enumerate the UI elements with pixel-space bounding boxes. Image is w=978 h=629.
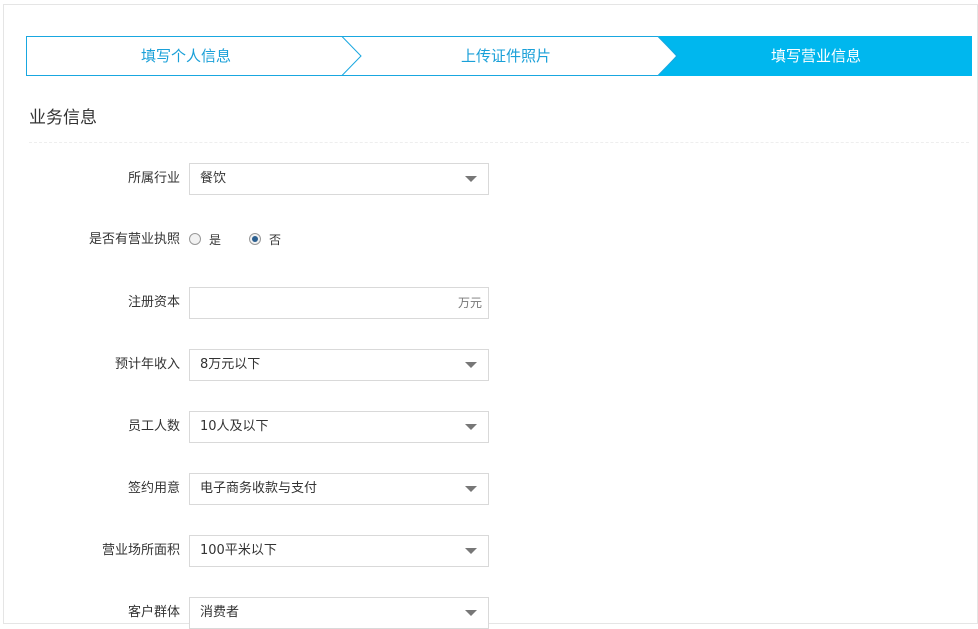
capital-label: 注册资本 (127, 295, 180, 310)
area-label: 营业场所面积 (101, 543, 180, 558)
customers-select[interactable]: 消费者 (189, 597, 489, 629)
step-1-label: 填写个人信息 (140, 47, 231, 65)
income-value: 8万元以下 (200, 357, 261, 372)
customers-row: 客户群体 消费者 (0, 597, 978, 629)
employees-value: 10人及以下 (200, 419, 269, 434)
progress-stepper: 填写个人信息 上传证件照片 填写营业信息 (26, 36, 972, 76)
purpose-value: 电子商务收款与支付 (200, 481, 318, 496)
chevron-down-icon (465, 486, 477, 492)
license-label: 是否有营业执照 (88, 232, 180, 247)
license-yes-label: 是 (209, 233, 222, 247)
capital-field[interactable]: 万元 (189, 287, 489, 319)
section-title: 业务信息 (29, 108, 97, 128)
section-divider (29, 142, 969, 143)
area-row: 营业场所面积 100平米以下 (0, 535, 978, 567)
area-select[interactable]: 100平米以下 (189, 535, 489, 567)
employees-select[interactable]: 10人及以下 (189, 411, 489, 443)
chevron-down-icon (465, 610, 477, 616)
customers-value: 消费者 (200, 605, 240, 620)
radio-no-icon[interactable] (249, 233, 261, 245)
income-row: 预计年收入 8万元以下 (0, 349, 978, 381)
license-no-label: 否 (269, 233, 282, 247)
step-2-label: 上传证件照片 (460, 47, 551, 65)
chevron-down-icon (465, 424, 477, 430)
income-label: 预计年收入 (114, 357, 180, 372)
purpose-label: 签约用意 (127, 481, 180, 496)
chevron-down-icon (465, 548, 477, 554)
industry-select[interactable]: 餐饮 (189, 163, 489, 195)
purpose-select[interactable]: 电子商务收款与支付 (189, 473, 489, 505)
license-radio-yes[interactable]: 是 (189, 224, 221, 256)
area-value: 100平米以下 (200, 543, 277, 558)
industry-value: 餐饮 (200, 171, 227, 186)
income-select[interactable]: 8万元以下 (189, 349, 489, 381)
capital-unit: 万元 (457, 296, 482, 310)
employees-label: 员工人数 (127, 419, 180, 434)
radio-yes-icon[interactable] (189, 233, 201, 245)
industry-row: 所属行业 餐饮 (0, 163, 978, 195)
capital-row: 注册资本 万元 (0, 287, 978, 319)
employees-row: 员工人数 10人及以下 (0, 411, 978, 443)
purpose-row: 签约用意 电子商务收款与支付 (0, 473, 978, 505)
chevron-down-icon (465, 176, 477, 182)
capital-input[interactable] (190, 288, 440, 318)
chevron-down-icon (465, 362, 477, 368)
industry-label: 所属行业 (127, 171, 180, 186)
license-radio-no[interactable]: 否 (249, 224, 281, 256)
step-3-label: 填写营业信息 (770, 47, 861, 65)
license-row: 是否有营业执照 是 否 (0, 224, 978, 256)
customers-label: 客户群体 (127, 605, 180, 620)
